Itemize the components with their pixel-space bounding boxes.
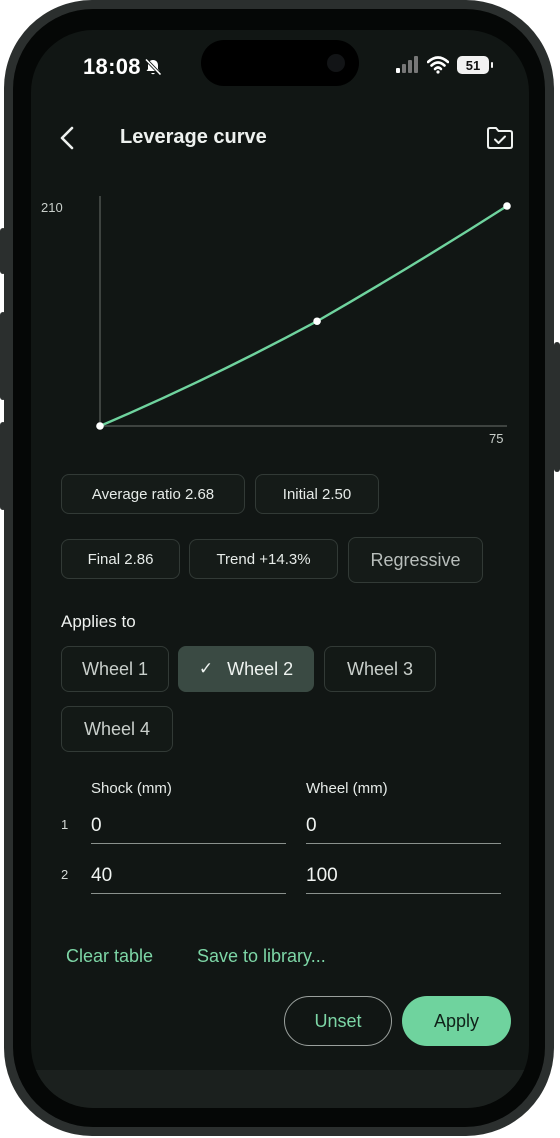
apply-button[interactable]: Apply [402, 996, 511, 1046]
trend-chip: Trend +14.3% [189, 539, 338, 579]
status-indicators: 51 [395, 54, 493, 76]
data-point-1[interactable] [96, 422, 104, 430]
bell-muted-icon [144, 58, 162, 76]
curve-type-chip: Regressive [348, 537, 483, 583]
camera-icon [327, 54, 345, 72]
volume-up-button [0, 312, 6, 400]
status-time: 18:08 [83, 54, 141, 79]
bottom-bar [31, 1070, 529, 1108]
leverage-series-line [99, 204, 508, 428]
wheel-4-toggle[interactable]: Wheel 4 [61, 706, 173, 752]
back-arrow-icon[interactable] [53, 122, 81, 154]
wheel-2-label: Wheel 2 [227, 658, 294, 679]
chart-plot [96, 196, 511, 430]
wheel-3-toggle[interactable]: Wheel 3 [324, 646, 436, 692]
check-icon: ✓ [198, 659, 214, 678]
wheel-input-row-1[interactable]: 0 [306, 810, 501, 844]
folder-check-icon[interactable] [485, 124, 515, 152]
wheel-2-toggle[interactable]: ✓ Wheel 2 [178, 646, 314, 692]
wifi-icon [427, 56, 449, 74]
power-button [554, 342, 560, 472]
dynamic-island [201, 40, 359, 86]
initial-ratio-chip: Initial 2.50 [255, 474, 379, 514]
volume-down-button [0, 422, 6, 510]
row-number: 2 [61, 867, 69, 882]
save-to-library-link[interactable]: Save to library... [197, 946, 326, 967]
wheel-input-row-2[interactable]: 100 [306, 860, 501, 894]
page-title: Leverage curve [120, 126, 267, 148]
row-number: 1 [61, 817, 69, 832]
app-screen: 18:08 51 Leverage curve 2 1 0 75 Average r… [31, 30, 529, 1108]
shock-input-row-2[interactable]: 40 [91, 860, 286, 894]
app-header: Leverage curve [31, 118, 529, 158]
clear-table-link[interactable]: Clear table [66, 946, 153, 967]
wheel-1-toggle[interactable]: Wheel 1 [61, 646, 169, 692]
average-ratio-chip: Average ratio 2.68 [61, 474, 245, 514]
leverage-chart: 210 75 [31, 180, 529, 460]
data-point-3[interactable] [503, 202, 511, 210]
battery-indicator: 51 [457, 56, 493, 74]
shock-column-header: Shock (mm) [91, 780, 172, 797]
shock-input-row-1[interactable]: 0 [91, 810, 286, 844]
wheel-column-header: Wheel (mm) [306, 780, 388, 797]
cellular-signal-icon [396, 56, 418, 73]
applies-to-label: Applies to [61, 612, 136, 631]
final-ratio-chip: Final 2.86 [61, 539, 180, 579]
unset-button[interactable]: Unset [284, 996, 392, 1046]
data-point-2[interactable] [313, 317, 321, 326]
action-button [0, 228, 6, 274]
